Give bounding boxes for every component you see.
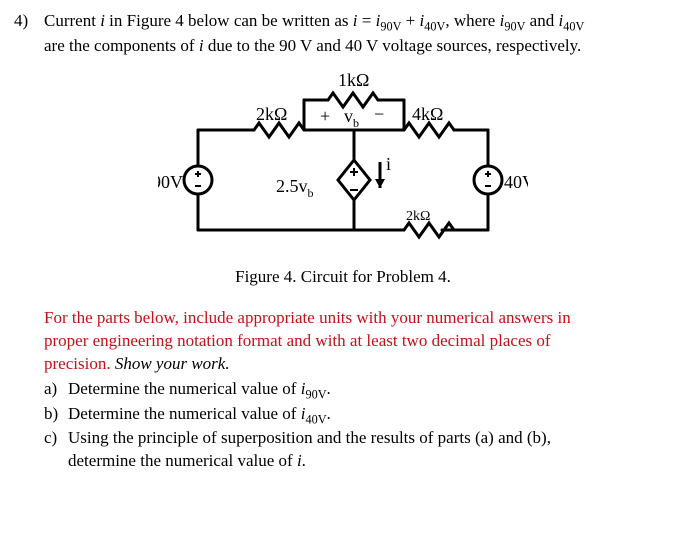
sub-90: 90V	[305, 387, 326, 401]
eq-eq: =	[358, 11, 376, 30]
label-90v: 90V	[158, 172, 183, 192]
txt: Current	[44, 11, 100, 30]
eq-40sub: 40V	[424, 19, 445, 33]
w-40sub: 40V	[563, 19, 584, 33]
instr-show: Show your work.	[111, 354, 230, 373]
circuit-figure: 1kΩ 2kΩ 4kΩ + vb − 90V 40V 2.5vb i 2kΩ	[14, 70, 672, 260]
question-text: Current i in Figure 4 below can be writt…	[44, 10, 672, 58]
label-40v: 40V	[504, 172, 528, 192]
label-dep-src: 2.5vb	[276, 176, 314, 200]
eq-90sub: 90V	[380, 19, 401, 33]
parts-list: a) Determine the numerical value of i90V…	[44, 378, 672, 474]
circuit-svg: 1kΩ 2kΩ 4kΩ + vb − 90V 40V 2.5vb i 2kΩ	[158, 70, 528, 260]
vb-label: vb	[344, 106, 359, 130]
txt: .	[327, 379, 331, 398]
txt: determine the numerical value of	[68, 451, 297, 470]
eq-plus: +	[401, 11, 419, 30]
txt: due to the 90 V and 40 V voltage sources…	[204, 36, 582, 55]
vb-minus: −	[374, 104, 384, 124]
figure-caption: Figure 4. Circuit for Problem 4.	[14, 266, 672, 289]
label-r-left: 2kΩ	[256, 104, 287, 124]
part-b: b) Determine the numerical value of i40V…	[44, 403, 672, 428]
question-block: 4) Current i in Figure 4 below can be wr…	[14, 10, 672, 58]
part-b-text: Determine the numerical value of i40V.	[68, 403, 672, 428]
part-a-text: Determine the numerical value of i90V.	[68, 378, 672, 403]
txt: Determine the numerical value of	[68, 379, 301, 398]
instr-l1: For the parts below, include appropriate…	[44, 308, 571, 327]
txt: .	[302, 451, 306, 470]
instr-l3a: precision.	[44, 354, 111, 373]
txt: are the components of	[44, 36, 199, 55]
part-b-letter: b)	[44, 403, 68, 428]
instr-l2: proper engineering notation format and w…	[44, 331, 551, 350]
label-i: i	[386, 154, 391, 174]
label-r-right: 4kΩ	[412, 104, 443, 124]
part-c: c) Using the principle of superposition …	[44, 427, 672, 473]
txt: Determine the numerical value of	[68, 404, 301, 423]
vb-plus: +	[320, 106, 330, 126]
txt: in Figure 4 below can be written as	[105, 11, 353, 30]
part-c-text: Using the principle of superposition and…	[68, 427, 672, 473]
txt: .	[327, 404, 331, 423]
part-c-letter: c)	[44, 427, 68, 473]
w-90sub: 90V	[504, 19, 525, 33]
txt: Using the principle of superposition and…	[68, 428, 551, 447]
sub-40: 40V	[305, 412, 326, 426]
part-a: a) Determine the numerical value of i90V…	[44, 378, 672, 403]
question-number: 4)	[14, 10, 44, 58]
txt: and	[525, 11, 558, 30]
label-r-bottom: 2kΩ	[406, 209, 430, 224]
txt: , where	[445, 11, 499, 30]
instruction-text: For the parts below, include appropriate…	[44, 307, 672, 376]
part-a-letter: a)	[44, 378, 68, 403]
label-r-top: 1kΩ	[338, 70, 369, 90]
